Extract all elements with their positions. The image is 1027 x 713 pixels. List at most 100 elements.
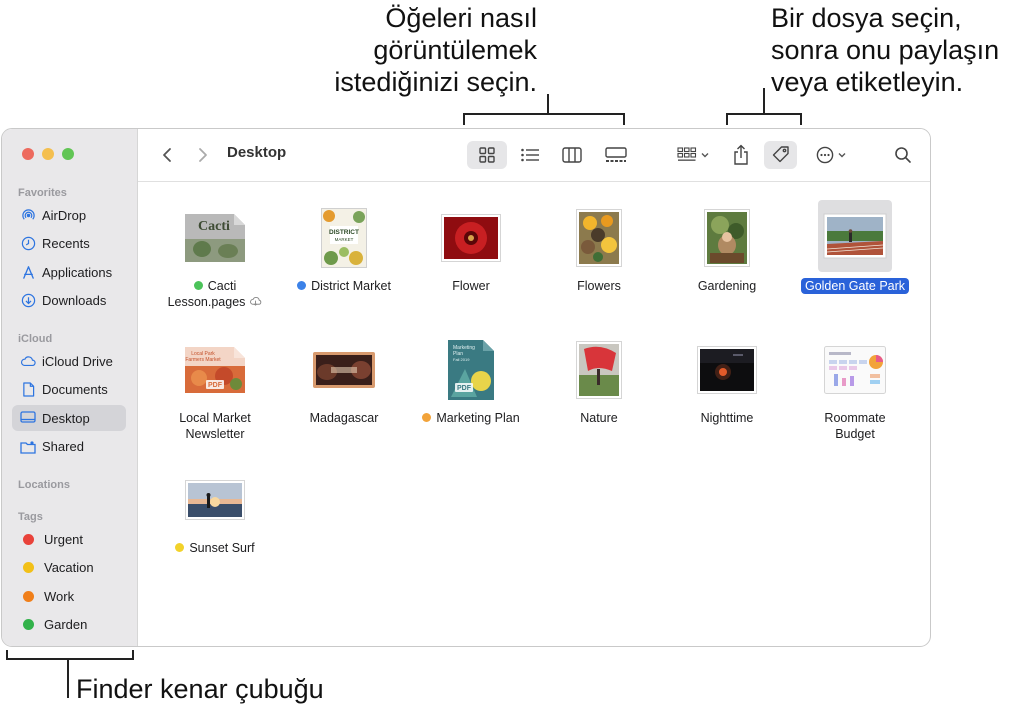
- file-item[interactable]: Cacti Cacti Lesson.pages: [150, 200, 280, 310]
- file-item[interactable]: Golden Gate Park: [790, 200, 920, 310]
- file-name-line: Golden Gate Park: [790, 278, 920, 294]
- callout-share-tag: Bir dosya seçin, sonra onu paylaşın veya…: [771, 2, 999, 98]
- file-item[interactable]: Sunset Surf: [150, 462, 280, 572]
- desktop-icon: [20, 410, 36, 426]
- file-thumbnail: Local Park Farmers Market PDF: [184, 346, 246, 399]
- sidebar-item-garden[interactable]: Garden: [12, 612, 126, 638]
- file-item[interactable]: Nighttime: [662, 332, 792, 442]
- file-name-line: Nature: [534, 410, 664, 426]
- sidebar-item-icloud-drive[interactable]: iCloud Drive: [12, 348, 126, 374]
- file-name: Flowers: [534, 278, 664, 294]
- grid-icon: [479, 147, 495, 163]
- sidebar-item-downloads[interactable]: Downloads: [12, 288, 126, 314]
- sidebar-item-label: Desktop: [42, 410, 90, 426]
- zoom-window-button[interactable]: [62, 148, 74, 160]
- file-name-text: Marketing Plan: [436, 411, 520, 425]
- file-item[interactable]: Nature: [534, 332, 664, 442]
- shared-folder-icon: [20, 439, 36, 455]
- view-list-button[interactable]: [510, 141, 550, 169]
- share-icon: [734, 144, 748, 165]
- file-item[interactable]: Flowers: [534, 200, 664, 310]
- sidebar-item-desktop[interactable]: Desktop: [12, 405, 126, 431]
- file-thumbnail: [818, 200, 892, 277]
- callout-bracket-view: [463, 113, 625, 125]
- group-by-button[interactable]: [672, 141, 714, 169]
- sidebar-item-label: Shared: [42, 439, 84, 454]
- close-window-button[interactable]: [22, 148, 34, 160]
- more-actions-button[interactable]: [810, 141, 852, 169]
- tag-button[interactable]: [764, 141, 797, 169]
- sidebar-item-label: iCloud Drive: [42, 353, 113, 369]
- thumb-title-text: Farmers Market: [185, 357, 221, 363]
- tag-color-dot: [23, 533, 34, 545]
- sidebar-item-label: Documents: [42, 382, 108, 397]
- file-name-line: Roommate: [790, 410, 920, 426]
- sidebar-item-airdrop[interactable]: AirDrop: [12, 202, 126, 228]
- sidebar-item-urgent[interactable]: Urgent: [12, 526, 126, 552]
- file-name: Sunset Surf: [150, 540, 280, 556]
- file-item[interactable]: Flower: [406, 200, 536, 310]
- callout-line: sonra onu paylaşın: [771, 35, 1000, 65]
- file-thumbnail: [824, 346, 886, 399]
- file-thumbnail: [704, 209, 750, 272]
- share-button[interactable]: [728, 141, 754, 169]
- sidebar-item-shared[interactable]: Shared: [12, 434, 126, 460]
- forward-button[interactable]: [192, 141, 214, 169]
- file-name-text: Cacti: [207, 279, 237, 293]
- file-name-text: Madagascar: [309, 411, 379, 425]
- file-item[interactable]: Local Park Farmers Market PDF Local Market N…: [150, 332, 280, 442]
- file-item[interactable]: Gardening: [662, 200, 792, 310]
- callout-leader-line: [763, 88, 765, 114]
- view-columns-button[interactable]: [552, 141, 592, 169]
- ellipsis-circle-icon: [816, 146, 833, 164]
- sidebar-item-recents[interactable]: Recents: [12, 231, 126, 257]
- callout-line: Öğeleri nasıl: [385, 3, 537, 33]
- gallery-icon: [605, 147, 627, 162]
- sidebar-item-vacation[interactable]: Vacation: [12, 555, 126, 581]
- sidebar-item-applications[interactable]: Applications: [12, 259, 126, 285]
- file-thumbnail: [576, 209, 622, 272]
- sidebar-item-documents[interactable]: Documents: [12, 377, 126, 403]
- tag-color-dot: [175, 543, 185, 552]
- sidebar-item-label: Work: [44, 588, 75, 604]
- file-item[interactable]: Madagascar: [279, 332, 409, 442]
- file-thumbnail: DISTRICT MARKET: [321, 208, 367, 273]
- chevron-right-icon: [199, 148, 207, 162]
- file-thumbnail: [697, 346, 757, 399]
- file-item[interactable]: DISTRICT MARKET District Market: [279, 200, 409, 310]
- back-button[interactable]: [156, 141, 178, 169]
- file-name: Golden Gate Park: [790, 278, 920, 294]
- columns-icon: [562, 147, 582, 163]
- file-item[interactable]: Roommate Budget: [790, 332, 920, 442]
- file-name-line: Newsletter: [150, 426, 280, 442]
- search-button[interactable]: [890, 141, 916, 169]
- tag-color-dot: [23, 619, 34, 630]
- file-name-text: Flowers: [577, 279, 621, 293]
- tag-color-dot: [422, 413, 432, 422]
- view-icons-button[interactable]: [467, 141, 507, 169]
- callout-line: veya etiketleyin.: [771, 67, 964, 97]
- tag-color-dot: [297, 281, 307, 290]
- sidebar-item-label: Recents: [42, 236, 90, 251]
- minimize-window-button[interactable]: [42, 148, 54, 160]
- sidebar-item-label: Garden: [44, 617, 88, 632]
- sidebar-header-icloud: iCloud: [18, 333, 53, 345]
- cloud-icon: [20, 353, 36, 369]
- file-name: Local Market Newsletter: [150, 410, 280, 442]
- sidebar-item-work[interactable]: Work: [12, 583, 126, 609]
- file-name-line: Madagascar: [279, 410, 409, 426]
- chevron-down-icon: [701, 153, 708, 158]
- tag-color-dot: [23, 590, 34, 602]
- tag-icon: [772, 146, 789, 163]
- chevron-left-icon: [163, 148, 171, 162]
- tag-color-dot: [23, 562, 34, 573]
- callout-leader-line: [67, 658, 69, 698]
- view-gallery-button[interactable]: [594, 141, 638, 169]
- file-thumbnail: Marketing Plan Fall 2019 PDF: [447, 339, 495, 406]
- file-name: Flower: [406, 278, 536, 294]
- file-item[interactable]: Marketing Plan Fall 2019 PDF Marketing Plan: [406, 332, 536, 442]
- sidebar-item-label: AirDrop: [42, 207, 87, 223]
- file-name-text: Golden Gate Park: [800, 278, 910, 294]
- file-name-text: Local Market: [179, 411, 251, 425]
- window-title: Desktop: [227, 144, 287, 161]
